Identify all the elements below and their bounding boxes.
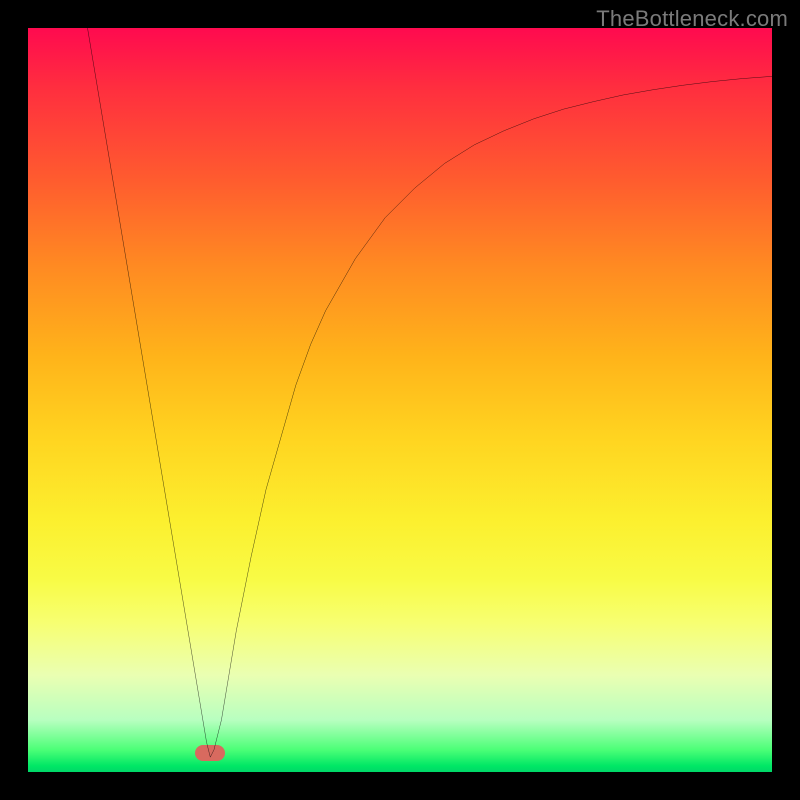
- chart-frame: TheBottleneck.com: [0, 0, 800, 800]
- bottleneck-curve: [28, 28, 772, 772]
- plot-area: [28, 28, 772, 772]
- curve-path: [88, 28, 772, 757]
